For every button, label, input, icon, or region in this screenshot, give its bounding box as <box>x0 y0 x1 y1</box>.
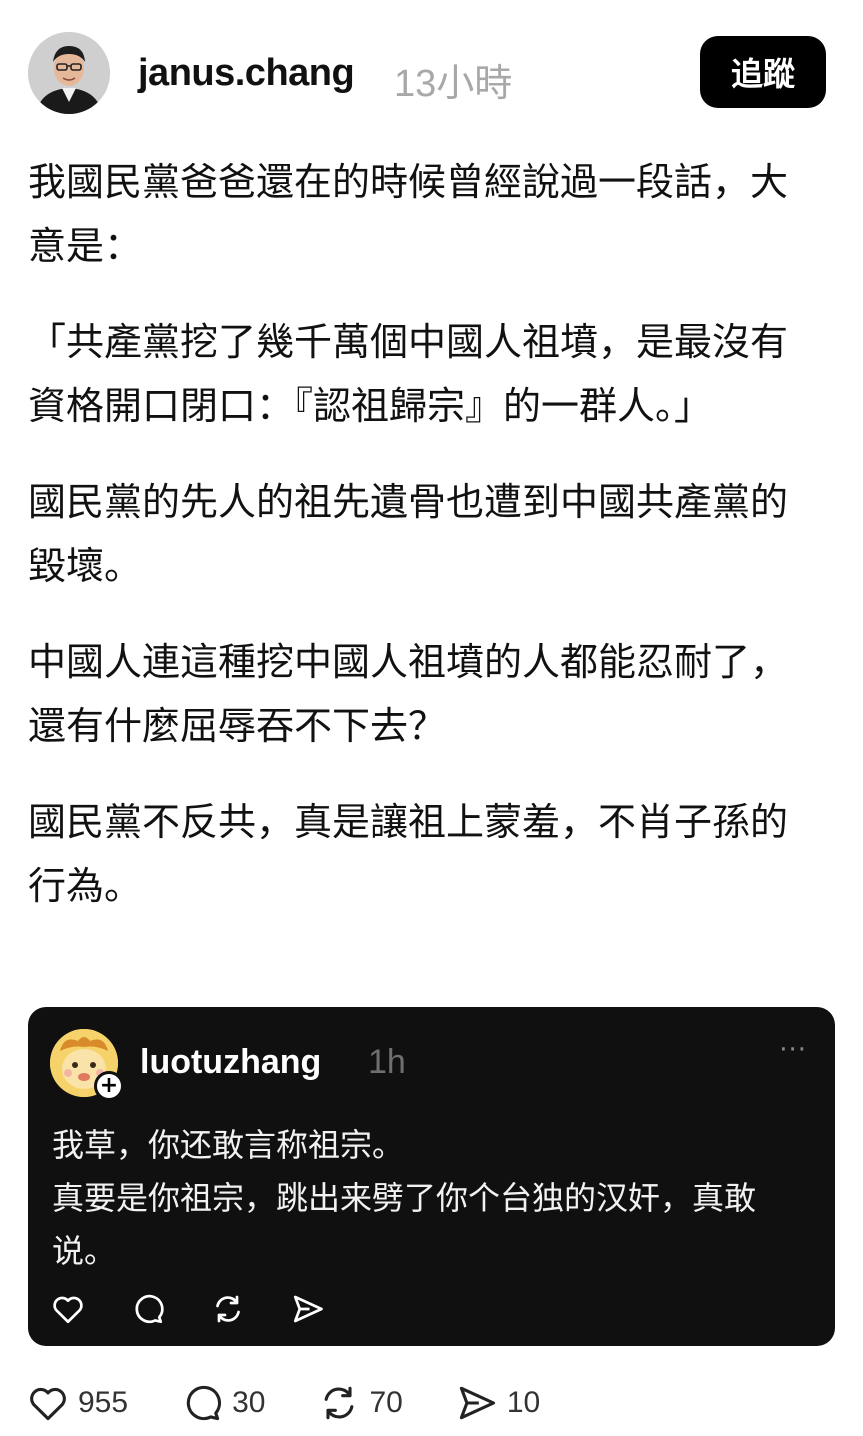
heart-icon <box>30 1387 66 1421</box>
quoted-share-icon[interactable] <box>290 1291 326 1327</box>
post-timestamp: 13小時 <box>394 63 513 105</box>
post-paragraph: 國民黨的先人的祖先遺骨也遭到中國共產黨的毀壞。 <box>28 480 789 588</box>
follow-button[interactable]: 追蹤 <box>700 36 826 108</box>
share-icon <box>459 1386 495 1420</box>
quoted-post-text: 我草，你还敢言称祖宗。 真要是你祖宗，跳出来劈了你个台独的汉奸，真敢说。 <box>52 1126 757 1270</box>
share-count: 10 <box>506 1386 541 1419</box>
post-paragraph: 我國民黨爸爸還在的時候曾經說過一段話，大意是： <box>28 160 789 268</box>
quoted-author-username[interactable]: luotuzhang <box>140 1043 321 1082</box>
post-header: janus.chang 13小時 追蹤 <box>28 30 828 116</box>
more-options-icon[interactable]: ··· <box>779 1035 807 1065</box>
avatar-image <box>28 32 110 114</box>
quoted-comment-icon[interactable] <box>130 1291 166 1327</box>
follow-plus-icon[interactable]: + <box>94 1071 124 1101</box>
comment-icon <box>186 1385 222 1421</box>
quoted-heart-icon[interactable] <box>50 1291 86 1327</box>
like-button[interactable]: 955 <box>26 1381 128 1425</box>
quoted-post-timestamp: 1h <box>368 1043 406 1081</box>
comment-button[interactable]: 30 <box>180 1381 265 1425</box>
like-count: 955 <box>78 1386 129 1419</box>
quoted-repost-icon[interactable] <box>210 1291 246 1327</box>
comment-count: 30 <box>232 1386 266 1419</box>
author-username[interactable]: janus.chang <box>138 52 355 95</box>
author-avatar[interactable] <box>28 32 110 114</box>
repost-icon <box>325 1386 354 1420</box>
share-button[interactable]: 10 <box>455 1381 540 1425</box>
post-body: 我國民黨爸爸還在的時候曾經說過一段話，大意是： 「共產黨挖了幾千萬個中國人祖墳，… <box>28 150 808 950</box>
post-paragraph: 「共產黨挖了幾千萬個中國人祖墳，是最沒有資格開口閉口：『認祖歸宗』的一群人。」 <box>28 320 789 428</box>
post-action-bar: 955 30 70 10 <box>26 1378 592 1428</box>
post-paragraph: 中國人連這種挖中國人祖墳的人都能忍耐了，還有什麼屈辱吞不下去？ <box>28 640 789 748</box>
post-paragraph: 國民黨不反共，真是讓祖上蒙羞，不肖子孫的行為。 <box>28 800 789 908</box>
repost-button[interactable]: 70 <box>317 1381 403 1425</box>
repost-count: 70 <box>369 1386 403 1419</box>
quoted-post-actions <box>50 1289 326 1329</box>
quoted-post-card[interactable]: + luotuzhang 1h ··· 我草，你还敢言称祖宗。 真要是你祖宗，跳… <box>28 1007 835 1346</box>
